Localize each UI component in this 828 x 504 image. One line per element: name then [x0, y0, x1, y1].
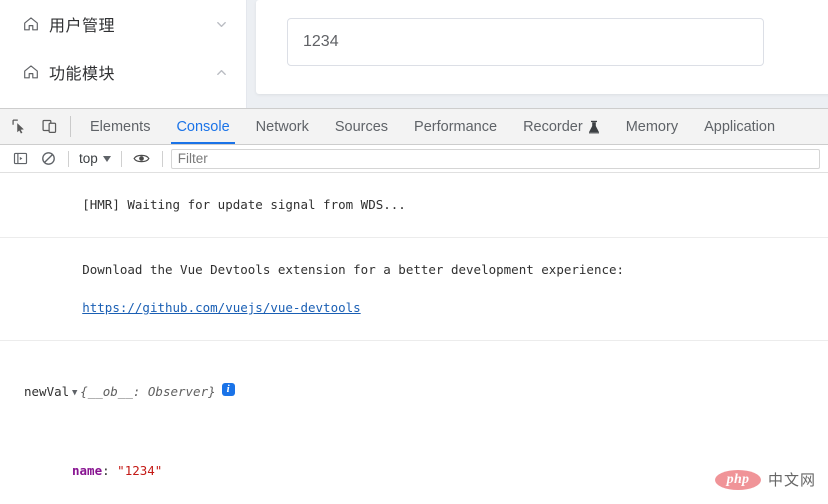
vue-devtools-link[interactable]: https://github.com/vuejs/vue-devtools	[82, 300, 360, 315]
preview-close-brace: }	[208, 384, 216, 399]
execution-context-selector[interactable]: top	[75, 151, 115, 166]
filterbar-divider	[121, 151, 122, 167]
object-header[interactable]: newVal {__ob__: Observer} i	[12, 382, 828, 404]
console-message-vue-devtools: Download the Vue Devtools extension for …	[0, 238, 828, 341]
message-text: Download the Vue Devtools extension for …	[82, 262, 624, 277]
toolbar-divider	[70, 116, 71, 137]
console-message-newval: newVal {__ob__: Observer} i name: "1234" _…	[0, 341, 828, 504]
page-sidebar: 用户管理 功能模块	[0, 0, 247, 112]
tab-label: Network	[256, 119, 309, 135]
message-text: [HMR] Waiting for update signal from WDS…	[82, 197, 406, 212]
tab-label: Memory	[626, 119, 678, 135]
sidebar-item-label: 用户管理	[49, 12, 214, 36]
page-main-content	[248, 0, 828, 112]
clear-console-icon[interactable]	[34, 147, 62, 171]
tab-console[interactable]: Console	[163, 109, 242, 144]
screenshot-root: 用户管理 功能模块	[0, 0, 828, 504]
sidebar-item-user-management[interactable]: 用户管理	[0, 0, 246, 48]
filterbar-divider	[162, 151, 163, 167]
prop-sep: :	[102, 461, 117, 480]
sidebar-item-function-module[interactable]: 功能模块	[0, 48, 246, 96]
prop-key: name	[72, 461, 102, 480]
name-input[interactable]	[287, 18, 764, 66]
device-toolbar-icon[interactable]	[34, 109, 64, 144]
console-message-hmr: [HMR] Waiting for update signal from WDS…	[0, 173, 828, 238]
chevron-down-icon[interactable]	[214, 17, 228, 31]
tab-label: Elements	[90, 119, 150, 135]
content-card	[256, 0, 828, 94]
inspect-element-icon[interactable]	[4, 109, 34, 144]
flask-icon	[588, 120, 600, 134]
sidebar-item-label: 功能模块	[49, 60, 214, 84]
object-label: newVal	[24, 382, 69, 401]
object-prop-name[interactable]: name: "1234"	[12, 461, 828, 480]
web-page-region: 用户管理 功能模块	[0, 0, 828, 112]
preview-sep: :	[133, 384, 148, 399]
filterbar-divider	[68, 151, 69, 167]
tab-label: Performance	[414, 119, 497, 135]
tab-network[interactable]: Network	[243, 109, 322, 144]
preview-key: __ob__	[88, 384, 133, 399]
console-filter-bar: top	[0, 145, 828, 173]
execution-context-label: top	[79, 151, 98, 166]
preview-type: Observer	[148, 384, 208, 399]
devtools-tabbar: Elements Console Network Sources Perform…	[0, 109, 828, 145]
prop-value: "1234"	[117, 461, 162, 480]
tab-performance[interactable]: Performance	[401, 109, 510, 144]
info-icon[interactable]: i	[222, 383, 235, 396]
console-filter-input[interactable]	[171, 149, 820, 169]
tab-memory[interactable]: Memory	[613, 109, 691, 144]
tab-label: Sources	[335, 119, 388, 135]
console-sidebar-icon[interactable]	[6, 147, 34, 171]
disclosure-triangle-expanded[interactable]	[69, 382, 80, 404]
tab-application[interactable]: Application	[691, 109, 788, 144]
devtools-panel: Elements Console Network Sources Perform…	[0, 108, 828, 504]
chevron-up-icon[interactable]	[214, 65, 228, 79]
home-icon	[22, 63, 40, 81]
tab-recorder[interactable]: Recorder	[510, 109, 613, 144]
object-preview: {__ob__: Observer}	[80, 382, 216, 401]
console-output[interactable]: [HMR] Waiting for update signal from WDS…	[0, 173, 828, 504]
tab-label: Application	[704, 119, 775, 135]
preview-open-brace: {	[80, 384, 88, 399]
tab-label: Recorder	[523, 119, 583, 135]
home-icon	[22, 15, 40, 33]
tab-label: Console	[176, 119, 229, 135]
tab-sources[interactable]: Sources	[322, 109, 401, 144]
live-expression-icon[interactable]	[128, 147, 156, 171]
chevron-down-icon	[103, 156, 111, 162]
tab-elements[interactable]: Elements	[77, 109, 163, 144]
